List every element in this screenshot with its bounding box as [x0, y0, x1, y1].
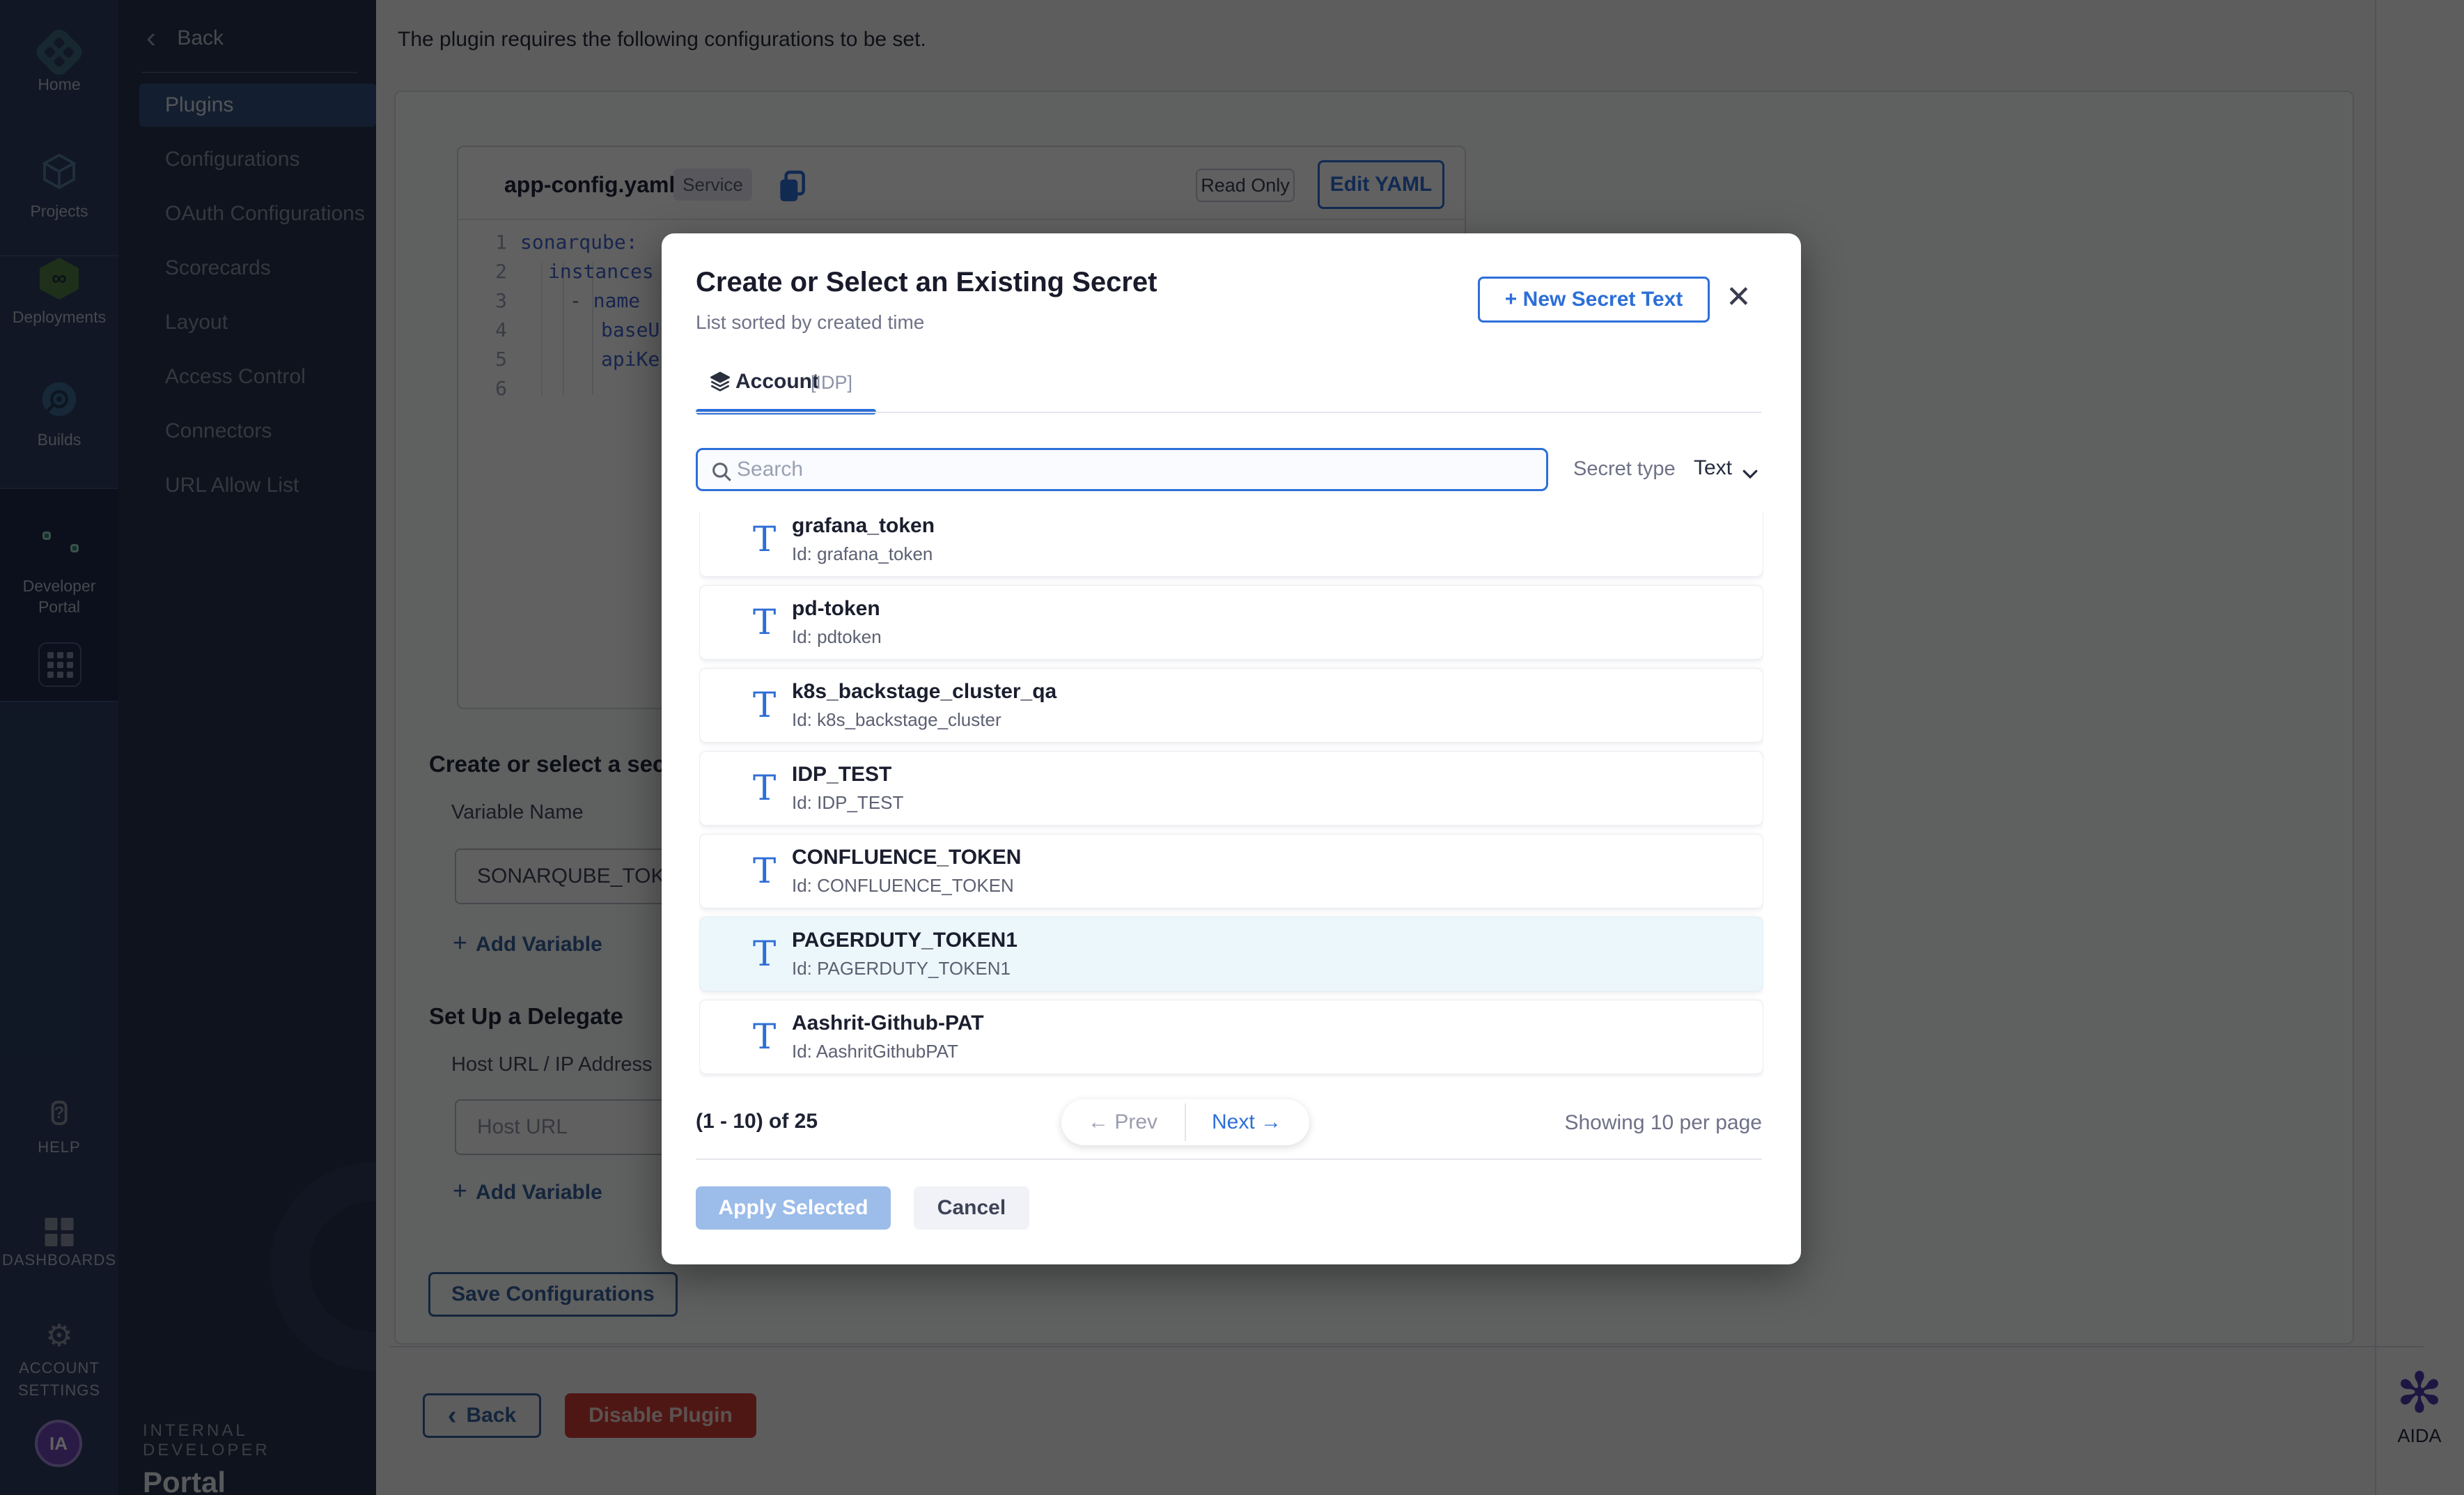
secret-row[interactable]: T CONFLUENCE_TOKEN Id: CONFLUENCE_TOKEN — [699, 834, 1763, 908]
prev-button[interactable]: ← Prev — [1061, 1099, 1184, 1145]
close-icon[interactable]: ✕ — [1726, 282, 1752, 313]
secret-row[interactable]: T grafana_token Id: grafana_token — [699, 512, 1763, 577]
text-secret-icon: T — [753, 850, 776, 890]
dialog-title: Create or Select an Existing Secret — [696, 267, 1157, 298]
text-secret-icon: T — [753, 518, 776, 559]
secret-type-select[interactable]: Text — [1694, 456, 1732, 480]
secret-type-label: Secret type — [1573, 458, 1676, 481]
tab-account[interactable]: Account — [735, 370, 819, 394]
text-secret-icon: T — [753, 601, 776, 642]
secret-row[interactable]: T Aashrit-Github-PAT Id: AashritGithubPA… — [699, 1000, 1763, 1074]
tab-track — [696, 412, 1761, 413]
next-button[interactable]: Next → — [1185, 1099, 1308, 1145]
text-secret-icon: T — [753, 933, 776, 973]
divider — [696, 1159, 1762, 1160]
arrow-right-icon: → — [1261, 1110, 1281, 1133]
apply-selected-button[interactable]: Apply Selected — [696, 1186, 891, 1230]
new-secret-text-button[interactable]: + New Secret Text — [1478, 277, 1710, 323]
secret-dialog: Create or Select an Existing Secret List… — [662, 233, 1801, 1264]
secret-row[interactable]: T pd-token Id: pdtoken — [699, 585, 1763, 660]
chevron-down-icon — [1740, 463, 1761, 488]
secret-row-selected[interactable]: T PAGERDUTY_TOKEN1 Id: PAGERDUTY_TOKEN1 — [699, 917, 1763, 991]
layers-icon — [709, 370, 731, 396]
search-input[interactable] — [737, 450, 1538, 489]
text-secret-icon: T — [753, 1016, 776, 1056]
page-size-info: Showing 10 per page — [1564, 1111, 1762, 1135]
secret-row[interactable]: T k8s_backstage_cluster_qa Id: k8s_backs… — [699, 668, 1763, 743]
pagination-controls: ← Prev Next → — [1061, 1099, 1309, 1145]
cancel-button[interactable]: Cancel — [914, 1186, 1029, 1230]
pagination-range: (1 - 10) of 25 — [696, 1110, 818, 1133]
search-box — [696, 448, 1548, 491]
text-secret-icon: T — [753, 684, 776, 725]
search-icon — [710, 460, 733, 483]
secret-list: T grafana_token Id: grafana_token T pd-t… — [699, 512, 1763, 1078]
text-secret-icon: T — [753, 767, 776, 807]
screen: Home Projects ∞ Deployments — [0, 0, 2464, 1495]
dialog-subtitle: List sorted by created time — [696, 311, 924, 334]
arrow-left-icon: ← — [1088, 1110, 1109, 1133]
tab-scope: [IDP] — [811, 372, 852, 394]
secret-row[interactable]: T IDP_TEST Id: IDP_TEST — [699, 751, 1763, 826]
